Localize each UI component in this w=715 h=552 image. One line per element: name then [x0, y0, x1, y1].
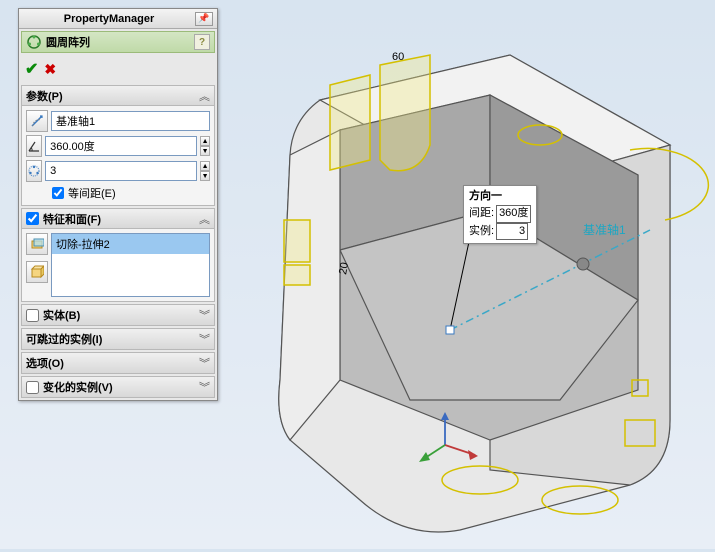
- section-varied: 变化的实例(V) ︾: [21, 376, 215, 398]
- chevron-down-icon: ︾: [199, 355, 210, 371]
- angle-icon[interactable]: [26, 135, 42, 157]
- callout-spacing-row: 间距:360度: [469, 205, 531, 222]
- callout-spacing-value[interactable]: 360度: [496, 205, 531, 222]
- feature-header: 圆周阵列 ?: [21, 31, 215, 53]
- section-features-label: 特征和面(F): [43, 211, 199, 227]
- feature-icon[interactable]: [26, 233, 48, 255]
- section-options: 选项(O) ︾: [21, 352, 215, 374]
- section-varied-label: 变化的实例(V): [43, 379, 199, 395]
- equal-spacing-checkbox[interactable]: [52, 187, 64, 199]
- angle-spinner[interactable]: ▲▼: [200, 136, 210, 156]
- circular-pattern-icon: [26, 34, 42, 50]
- section-features-header[interactable]: 特征和面(F) ︽: [22, 209, 214, 229]
- angle-input[interactable]: [45, 136, 197, 156]
- svg-text:20: 20: [337, 261, 351, 275]
- section-varied-header[interactable]: 变化的实例(V) ︾: [22, 377, 214, 397]
- section-options-header[interactable]: 选项(O) ︾: [22, 353, 214, 373]
- help-button[interactable]: ?: [194, 34, 210, 50]
- section-options-label: 选项(O): [26, 355, 199, 371]
- count-spinner[interactable]: ▲▼: [200, 161, 210, 181]
- chevron-down-icon: ︾: [199, 379, 210, 395]
- section-bodies-label: 实体(B): [43, 307, 199, 323]
- ok-cancel-bar: ✔ ✖: [19, 55, 217, 83]
- chevron-down-icon: ︾: [199, 331, 210, 347]
- axis-input[interactable]: [51, 111, 210, 131]
- callout-instances-value[interactable]: 3: [496, 223, 528, 240]
- chevron-down-icon: ︾: [199, 307, 210, 323]
- section-parameters: 参数(P) ︽ ▲▼ ▲▼: [21, 85, 215, 206]
- section-bodies-header[interactable]: 实体(B) ︾: [22, 305, 214, 325]
- callout-spacing-label: 间距:: [469, 207, 494, 219]
- section-parameters-label: 参数(P): [26, 88, 199, 104]
- feature-name: 圆周阵列: [46, 34, 194, 50]
- callout-instances-row: 实例:3: [469, 223, 531, 240]
- cancel-button[interactable]: ✖: [44, 61, 56, 78]
- section-skip: 可跳过的实例(I) ︾: [21, 328, 215, 350]
- equal-spacing-label: 等间距(E): [68, 185, 116, 201]
- direction-callout[interactable]: 方向一 间距:360度 实例:3: [463, 185, 537, 244]
- list-item[interactable]: 切除-拉伸2: [52, 234, 209, 254]
- chevron-up-icon: ︽: [199, 88, 210, 104]
- features-checkbox[interactable]: [26, 212, 39, 225]
- viewport-3d[interactable]: 20 60: [230, 0, 715, 549]
- section-skip-label: 可跳过的实例(I): [26, 331, 199, 347]
- section-features: 特征和面(F) ︽ 切除-拉伸2: [21, 208, 215, 302]
- varied-checkbox[interactable]: [26, 381, 39, 394]
- panel-title: PropertyManager: [23, 13, 195, 25]
- svg-text:60: 60: [392, 51, 404, 63]
- section-bodies: 实体(B) ︾: [21, 304, 215, 326]
- features-list[interactable]: 切除-拉伸2: [51, 233, 210, 297]
- face-icon[interactable]: [26, 261, 48, 283]
- angle-row: ▲▼: [26, 135, 210, 157]
- axis-row: [26, 110, 210, 132]
- property-manager-panel: PropertyManager 📌 圆周阵列 ? ✔ ✖ 参数(P) ︽: [18, 8, 218, 401]
- ok-button[interactable]: ✔: [25, 59, 38, 79]
- section-skip-header[interactable]: 可跳过的实例(I) ︾: [22, 329, 214, 349]
- count-input[interactable]: [45, 161, 197, 181]
- section-parameters-header[interactable]: 参数(P) ︽: [22, 86, 214, 106]
- callout-header: 方向一: [469, 189, 531, 204]
- callout-instances-label: 实例:: [469, 225, 494, 237]
- equal-spacing-row: 等间距(E): [26, 185, 210, 201]
- bodies-checkbox[interactable]: [26, 309, 39, 322]
- pin-icon[interactable]: 📌: [195, 12, 213, 26]
- instance-count-icon[interactable]: [26, 160, 42, 182]
- features-select-box: 切除-拉伸2: [26, 233, 210, 297]
- chevron-up-icon: ︽: [199, 211, 210, 227]
- panel-titlebar: PropertyManager 📌: [19, 9, 217, 29]
- count-row: ▲▼: [26, 160, 210, 182]
- axis-icon[interactable]: [26, 110, 48, 132]
- axis-label: 基准轴1: [583, 221, 626, 238]
